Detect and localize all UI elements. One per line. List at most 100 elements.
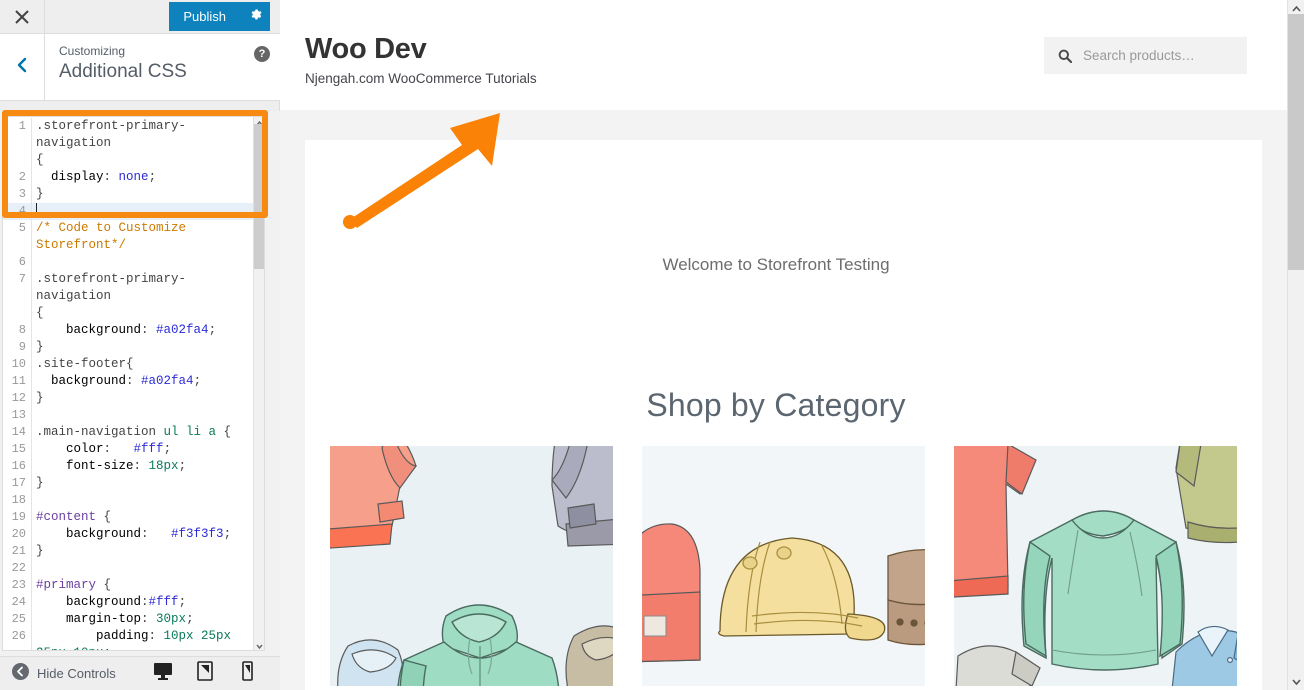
code-token: }: [36, 544, 44, 558]
code-line[interactable]: 17}: [3, 475, 255, 492]
code-text[interactable]: [32, 203, 255, 220]
code-line[interactable]: 19 #content {: [3, 509, 255, 526]
code-text[interactable]: .storefront-primary-navigation {: [32, 271, 255, 322]
code-line[interactable]: 9}: [3, 339, 255, 356]
code-text[interactable]: background: #f3f3f3;: [32, 526, 255, 543]
code-text[interactable]: [32, 560, 255, 577]
code-line[interactable]: 4: [3, 203, 255, 220]
css-code-editor[interactable]: 1 .storefront-primary-navigation {2 displ…: [2, 116, 265, 651]
code-text[interactable]: .storefront-primary-navigation {: [32, 118, 255, 169]
line-number: 15: [3, 441, 32, 458]
code-token: background: [66, 595, 142, 609]
publish-group: Publish: [169, 0, 270, 33]
code-line[interactable]: 12}: [3, 390, 255, 407]
code-text[interactable]: font-size: 18px;: [32, 458, 255, 475]
code-text[interactable]: color: #fff;: [32, 441, 255, 458]
category-hoodies[interactable]: [330, 446, 613, 686]
publish-button[interactable]: Publish: [169, 2, 240, 31]
editor-scroll-thumb[interactable]: [254, 124, 264, 269]
line-number: 7: [3, 271, 32, 322]
code-text[interactable]: [32, 407, 255, 424]
code-text[interactable]: }: [32, 186, 255, 203]
search-icon: [1058, 49, 1072, 63]
code-text[interactable]: [32, 492, 255, 509]
code-text[interactable]: }: [32, 390, 255, 407]
site-branding[interactable]: Woo Dev Njengah.com WooCommerce Tutorial…: [305, 32, 537, 88]
publish-settings-button[interactable]: [240, 2, 270, 31]
code-line[interactable]: 22: [3, 560, 255, 577]
close-customizer-button[interactable]: [0, 0, 45, 33]
search-input[interactable]: [1081, 47, 1233, 64]
code-text[interactable]: /* Code to Customize Storefront*/: [32, 220, 255, 254]
code-text[interactable]: }: [32, 543, 255, 560]
tablet-icon: [197, 661, 213, 686]
code-line[interactable]: 23 #primary {: [3, 577, 255, 594]
code-text[interactable]: .site-footer{: [32, 356, 255, 373]
line-number: 26: [3, 628, 32, 650]
code-line[interactable]: 14 .main-navigation ul li a {: [3, 424, 255, 441]
customizer-sidebar: Publish Customizing Additional CSS ? 1 .…: [0, 0, 280, 690]
customizer-topbar: Publish: [0, 0, 280, 34]
code-text[interactable]: }: [32, 475, 255, 492]
code-line[interactable]: 6: [3, 254, 255, 271]
code-line[interactable]: 7 .storefront-primary-navigation {: [3, 271, 255, 322]
code-line[interactable]: 18: [3, 492, 255, 509]
code-line[interactable]: 13: [3, 407, 255, 424]
code-text[interactable]: }: [32, 339, 255, 356]
category-tshirts[interactable]: [954, 446, 1237, 686]
help-icon[interactable]: ?: [254, 46, 270, 62]
browser-scrollbar[interactable]: [1287, 0, 1304, 690]
browser-scroll-thumb[interactable]: [1288, 14, 1304, 270]
code-token: #a02fa4: [156, 323, 209, 337]
code-line[interactable]: 5/* Code to Customize Storefront*/: [3, 220, 255, 254]
css-code-lines[interactable]: 1 .storefront-primary-navigation {2 displ…: [3, 117, 255, 650]
product-search-box[interactable]: [1044, 37, 1247, 74]
code-line[interactable]: 15 color: #fff;: [3, 441, 255, 458]
code-line[interactable]: 25 margin-top: 30px;: [3, 611, 255, 628]
code-line[interactable]: 11 background: #a02fa4;: [3, 373, 255, 390]
code-text[interactable]: display: none;: [32, 169, 255, 186]
back-button[interactable]: [0, 34, 45, 100]
code-token: }: [36, 340, 44, 354]
line-number: 11: [3, 373, 32, 390]
code-token: #a02fa4: [141, 374, 194, 388]
category-accessories[interactable]: [642, 446, 925, 686]
code-line[interactable]: 26 padding: 10px 25px 25px 10px;: [3, 628, 255, 650]
tablet-preview-button[interactable]: [194, 661, 216, 686]
code-text[interactable]: #primary {: [32, 577, 255, 594]
code-token: ;: [163, 442, 172, 456]
line-number: 4: [3, 203, 32, 220]
line-number: 13: [3, 407, 32, 424]
editor-scrollbar[interactable]: [253, 117, 264, 650]
code-text[interactable]: background: #a02fa4;: [32, 322, 255, 339]
code-token: 18px: [148, 459, 179, 473]
shop-by-category-heading: Shop by Category: [646, 387, 906, 423]
code-text[interactable]: background:#fff;: [32, 594, 255, 611]
code-text[interactable]: background: #a02fa4;: [32, 373, 255, 390]
code-text[interactable]: [32, 254, 255, 271]
hide-controls-button[interactable]: Hide Controls: [0, 662, 116, 685]
code-line[interactable]: 10 .site-footer{: [3, 356, 255, 373]
desktop-preview-button[interactable]: [152, 663, 174, 685]
gear-icon: [248, 7, 263, 27]
line-number: 6: [3, 254, 32, 271]
code-line[interactable]: 1 .storefront-primary-navigation {: [3, 118, 255, 169]
code-line[interactable]: 24 background:#fff;: [3, 594, 255, 611]
code-line[interactable]: 3}: [3, 186, 255, 203]
code-text[interactable]: padding: 10px 25px 25px 10px;: [32, 628, 255, 650]
mobile-preview-button[interactable]: [236, 661, 258, 685]
code-text[interactable]: #content {: [32, 509, 255, 526]
code-text[interactable]: margin-top: 30px;: [32, 611, 255, 628]
code-line[interactable]: 2 display: none;: [3, 169, 255, 186]
customizer-screen: Woo Dev Njengah.com WooCommerce Tutorial…: [0, 0, 1304, 690]
site-title[interactable]: Woo Dev: [305, 32, 537, 66]
code-line[interactable]: 8 background: #a02fa4;: [3, 322, 255, 339]
scroll-down-button[interactable]: [1288, 673, 1304, 690]
code-token: ;: [208, 323, 217, 337]
code-line[interactable]: 21}: [3, 543, 255, 560]
editor-scroll-down-button[interactable]: [254, 640, 264, 650]
code-line[interactable]: 16 font-size: 18px;: [3, 458, 255, 475]
code-line[interactable]: 20 background: #f3f3f3;: [3, 526, 255, 543]
code-text[interactable]: .main-navigation ul li a {: [32, 424, 255, 441]
